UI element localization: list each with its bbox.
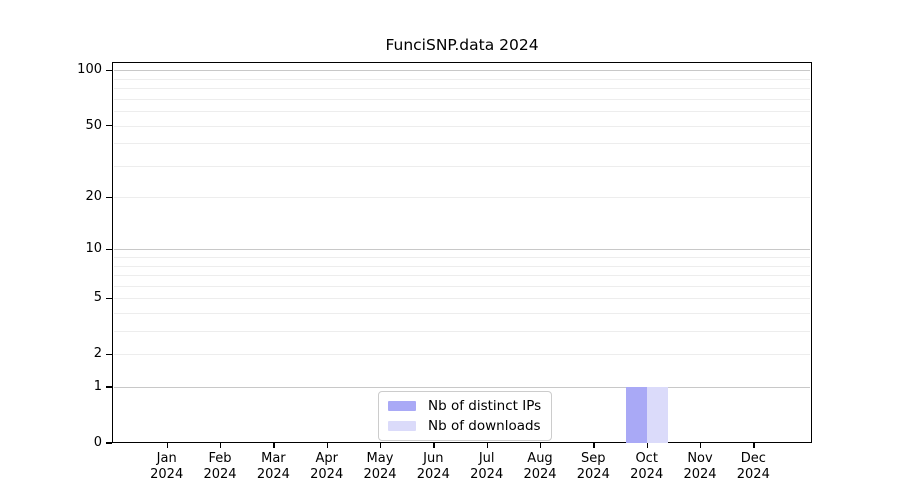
x-tick-year: 2024 — [736, 467, 770, 482]
minor-gridline — [114, 197, 810, 199]
minor-gridline — [114, 257, 810, 259]
legend-swatch — [388, 400, 416, 411]
y-tick-label: 20 — [85, 189, 102, 205]
y-tick-label: 100 — [77, 62, 102, 78]
y-tick — [106, 442, 112, 444]
y-tick — [106, 386, 112, 388]
legend-label: Nb of downloads — [428, 417, 541, 434]
x-tick — [433, 443, 435, 448]
minor-gridline — [114, 98, 810, 100]
legend-label: Nb of distinct IPs — [428, 397, 542, 414]
minor-gridline — [114, 313, 810, 314]
minor-gridline — [114, 143, 810, 145]
minor-gridline — [114, 78, 810, 80]
y-tick — [106, 297, 112, 299]
minor-gridline — [114, 331, 810, 333]
x-tick — [220, 443, 222, 448]
x-tick — [700, 443, 702, 448]
download-stats-chart: FunciSNP.data 2024 0 1 2 5 10 20 50 100 Jan 2024 F… — [0, 0, 900, 500]
x-tick — [540, 443, 542, 448]
x-tick — [646, 443, 648, 448]
minor-gridline — [114, 275, 810, 277]
x-tick — [380, 443, 382, 448]
x-tick — [166, 443, 168, 448]
minor-gridline — [114, 88, 810, 90]
minor-gridline — [114, 285, 810, 287]
y-tick-label: 5 — [93, 290, 102, 306]
x-tick — [326, 443, 328, 448]
major-gridline — [114, 249, 810, 251]
minor-gridline — [114, 298, 810, 300]
y-tick — [106, 248, 112, 251]
legend-row: Nb of distinct IPs — [388, 397, 541, 414]
y-tick-label: 50 — [85, 117, 102, 133]
x-tick — [753, 443, 755, 448]
major-gridline — [114, 387, 810, 388]
minor-gridline — [114, 125, 810, 127]
minor-gridline — [114, 111, 810, 113]
minor-gridline — [114, 165, 810, 167]
y-tick — [106, 124, 112, 127]
legend: Nb of distinct IPs Nb of downloads — [378, 391, 553, 441]
x-tick — [273, 443, 275, 448]
bar-nb-of-distinct-ips-oct — [625, 387, 647, 443]
y-tick — [106, 353, 112, 355]
y-tick-label: 2 — [93, 346, 102, 362]
y-tick — [106, 69, 112, 71]
y-tick-label: 1 — [93, 379, 102, 394]
y-tick-label: 0 — [93, 435, 102, 450]
x-tick — [486, 443, 488, 448]
legend-row: Nb of downloads — [388, 417, 541, 434]
major-gridline — [114, 70, 810, 72]
x-tick-label: Dec 2024 — [721, 451, 785, 483]
bar-nb-of-downloads-oct — [646, 387, 668, 443]
y-tick-label: 10 — [85, 241, 102, 257]
x-tick-month: Dec — [740, 451, 766, 466]
chart-title: FunciSNP.data 2024 — [385, 36, 539, 54]
y-tick — [106, 196, 112, 198]
minor-gridline — [114, 265, 810, 267]
legend-swatch — [388, 420, 416, 431]
x-tick — [593, 443, 595, 448]
plot-area — [112, 62, 812, 443]
minor-gridline — [114, 354, 810, 356]
